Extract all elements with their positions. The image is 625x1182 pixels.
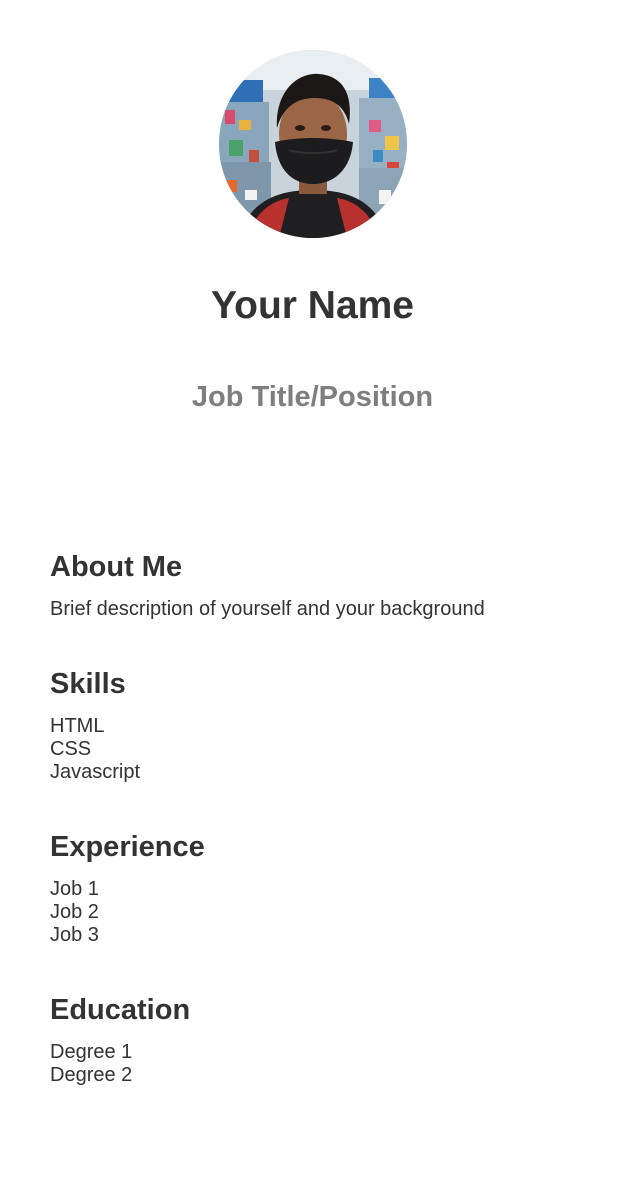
skill-item: Javascript <box>50 761 141 783</box>
education-section: Education Degree 1 Degree 2 <box>50 993 610 1087</box>
skills-heading: Skills <box>50 668 126 700</box>
experience-section: Experience Job 1 Job 2 Job 3 <box>50 830 610 947</box>
experience-item: Job 2 <box>50 901 99 923</box>
about-text: Brief description of yourself and your b… <box>50 598 485 620</box>
experience-item: Job 1 <box>50 878 99 900</box>
profile-name: Your Name <box>211 284 414 327</box>
profile-job-title: Job Title/Position <box>191 381 434 413</box>
avatar <box>219 50 407 238</box>
skills-section: Skills HTML CSS Javascript <box>50 667 610 784</box>
skill-item: CSS <box>50 738 92 760</box>
skills-list: HTML CSS Javascript <box>50 715 610 784</box>
profile-photo <box>219 50 407 238</box>
education-list: Degree 1 Degree 2 <box>50 1041 610 1087</box>
skill-item: HTML <box>50 715 105 737</box>
about-heading: About Me <box>50 551 183 583</box>
experience-list: Job 1 Job 2 Job 3 <box>50 878 610 947</box>
about-section: About Me Brief description of yourself a… <box>50 550 610 621</box>
experience-item: Job 3 <box>50 924 99 946</box>
education-item: Degree 1 <box>50 1041 133 1063</box>
education-item: Degree 2 <box>50 1064 133 1086</box>
experience-heading: Experience <box>50 831 205 863</box>
education-heading: Education <box>50 994 191 1026</box>
